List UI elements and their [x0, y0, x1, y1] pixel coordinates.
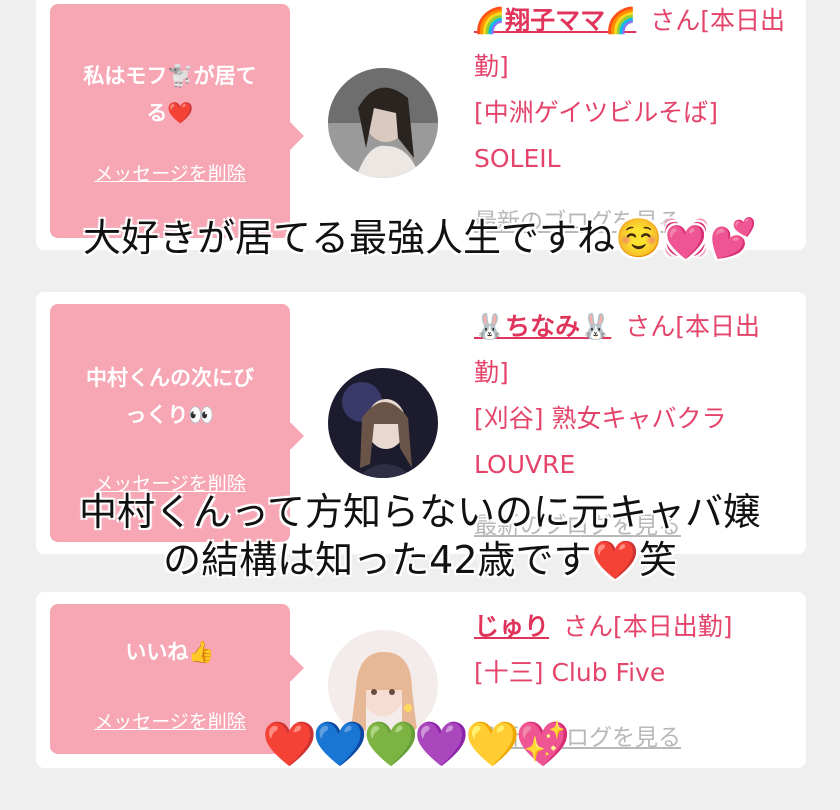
- message-card: 私はモフ🐩が居て る❤️ メッセージを削除 🌈翔子ママ🌈 さん[本日出勤] [中洲…: [36, 0, 806, 250]
- message-text: いいね👍: [66, 634, 274, 671]
- message-line: る❤️: [146, 101, 194, 125]
- message-bubble: いいね👍 メッセージを削除: [50, 604, 304, 754]
- avatar-photo: [328, 68, 438, 178]
- cast-name-link[interactable]: 🐰ちなみ🐰: [474, 312, 611, 341]
- message-bubble: 私はモフ🐩が居て る❤️ メッセージを削除: [50, 4, 304, 238]
- shop-info: [刈谷] 熟女キャバクラ LOUVRE: [474, 404, 727, 479]
- shop-info: [十三] Club Five: [474, 658, 666, 687]
- overlay-caption: 大好きが居てる最強人生ですね☺️💓💕: [0, 214, 840, 262]
- message-text: 私はモフ🐩が居て る❤️: [66, 58, 274, 132]
- message-line: いいね👍: [125, 640, 215, 664]
- message-line: っくり👀: [125, 403, 215, 427]
- cast-info: 🐰ちなみ🐰 さん[本日出勤] [刈谷] 熟女キャバクラ LOUVRE: [474, 304, 794, 488]
- delete-message-link[interactable]: メッセージを削除: [50, 159, 290, 186]
- caption-text: 大好きが居てる最強人生ですね☺️💓💕: [83, 216, 757, 260]
- message-line: 私はモフ🐩が居て: [83, 64, 257, 88]
- message-text: 中村くんの次にび っくり👀: [66, 360, 274, 434]
- hearts-emoji-row: ❤️💙💚💜💛💖: [262, 719, 571, 770]
- cast-info: 🌈翔子ママ🌈 さん[本日出勤] [中洲ゲイツビルそば] SOLEIL: [474, 0, 794, 182]
- overlay-caption: 中村くんって方知らないのに元キャバ嬢 の結構は知った42歳です❤️笑: [0, 488, 840, 584]
- avatar[interactable]: [328, 368, 438, 478]
- cast-info: じゅり さん[本日出勤] [十三] Club Five: [474, 604, 794, 696]
- avatar[interactable]: [328, 68, 438, 178]
- cast-name-link[interactable]: じゅり: [474, 612, 549, 641]
- cast-name-link[interactable]: 🌈翔子ママ🌈: [474, 6, 636, 35]
- caption-text: 中村くんって方知らないのに元キャバ嬢: [78, 490, 762, 534]
- shop-info: [中洲ゲイツビルそば] SOLEIL: [474, 98, 719, 173]
- caption-text: の結構は知った42歳です❤️笑: [163, 538, 677, 582]
- avatar-photo: [328, 368, 438, 478]
- message-line: 中村くんの次にび: [86, 366, 254, 390]
- work-status: さん[本日出勤]: [563, 612, 733, 641]
- delete-message-link[interactable]: メッセージを削除: [50, 707, 290, 734]
